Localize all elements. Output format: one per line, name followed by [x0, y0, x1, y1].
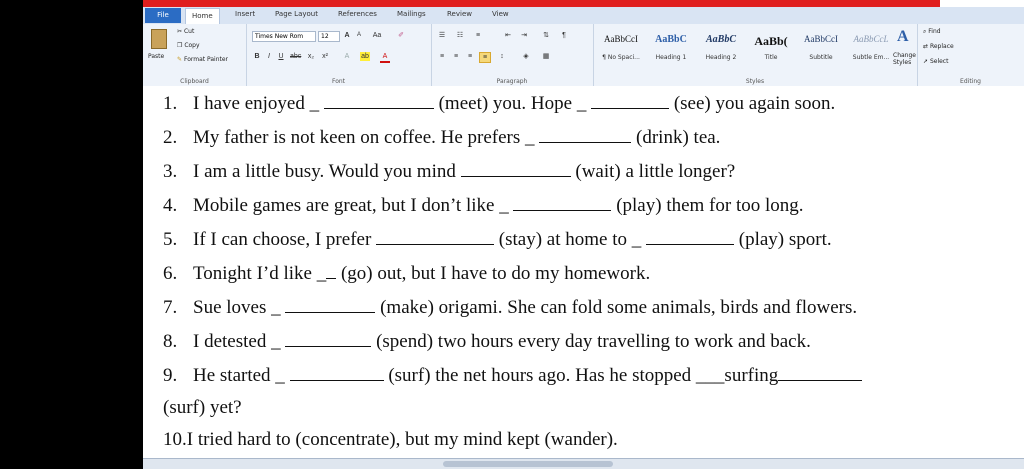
- tab-references[interactable]: References: [338, 10, 377, 18]
- grow-font-icon[interactable]: A: [342, 31, 352, 40]
- format-painter-button[interactable]: ✎ Format Painter: [177, 56, 228, 63]
- exercise-line-8: 8. I detested _ (spend) two hours every d…: [163, 331, 811, 352]
- font-size-select[interactable]: 12: [318, 31, 340, 42]
- font-color-icon[interactable]: A: [380, 52, 390, 63]
- change-styles-button[interactable]: A Change Styles: [893, 26, 917, 70]
- exercise-line-6: 6. Tonight I’d like _ (go) out, but I hav…: [163, 263, 651, 284]
- answer-blank[interactable]: [778, 365, 863, 381]
- exercise-line-1: 1. I have enjoyed _ (meet) you. Hope _ (s…: [163, 93, 836, 114]
- tab-insert[interactable]: Insert: [235, 10, 255, 18]
- answer-blank[interactable]: [591, 93, 670, 109]
- bullets-icon[interactable]: ☰: [437, 31, 447, 40]
- borders-icon[interactable]: ▦: [541, 52, 551, 61]
- text-effects-icon[interactable]: A: [342, 52, 352, 61]
- align-right-icon[interactable]: ≡: [465, 52, 475, 61]
- sort-icon[interactable]: ⇅: [541, 31, 551, 40]
- paragraph-label: Paragraph: [496, 78, 528, 85]
- cut-button[interactable]: ✂ Cut: [177, 28, 194, 35]
- tab-review[interactable]: Review: [447, 10, 472, 18]
- numbering-icon[interactable]: ☷: [455, 31, 465, 40]
- answer-blank[interactable]: [326, 263, 337, 279]
- tab-page-layout[interactable]: Page Layout: [275, 10, 318, 18]
- bold-icon[interactable]: B: [252, 52, 262, 61]
- ribbon-tab-bar: File Home Insert Page Layout References …: [143, 7, 1024, 25]
- font-name-select[interactable]: Times New Rom: [252, 31, 316, 42]
- styles-label: Styles: [745, 78, 765, 85]
- change-case-icon[interactable]: Aa: [372, 31, 382, 40]
- brush-icon: ✎: [177, 56, 183, 63]
- answer-blank[interactable]: [376, 229, 495, 245]
- shading-icon[interactable]: ◈: [521, 52, 531, 61]
- style-no-spacing[interactable]: AaBbCcI ¶ No Spaci...: [597, 28, 645, 61]
- multilevel-list-icon[interactable]: ≡: [473, 31, 483, 40]
- scissors-icon: ✂: [177, 28, 183, 35]
- copy-button[interactable]: ❐ Copy: [177, 42, 200, 49]
- line-spacing-icon[interactable]: ↕: [497, 52, 507, 61]
- exercise-line-9-cont: (surf) yet?: [163, 397, 242, 418]
- ribbon: Paste ✂ Cut ❐ Copy ✎ Format Painter Clip…: [143, 24, 1024, 87]
- horizontal-scrollbar[interactable]: [143, 458, 1024, 469]
- word-window: File Home Insert Page Layout References …: [143, 0, 1024, 469]
- document-page[interactable]: 1. I have enjoyed _ (meet) you. Hope _ (s…: [143, 86, 1024, 458]
- strikethrough-icon[interactable]: abc: [290, 52, 301, 61]
- answer-blank[interactable]: [285, 297, 376, 313]
- style-heading-1[interactable]: AaBbC Heading 1: [647, 28, 695, 61]
- change-styles-icon: A: [897, 28, 909, 45]
- scrollbar-thumb[interactable]: [443, 461, 613, 467]
- highlight-icon[interactable]: ab: [360, 52, 370, 61]
- answer-blank[interactable]: [539, 127, 632, 143]
- clipboard-label: Clipboard: [180, 78, 209, 85]
- clipboard-icon: [151, 29, 167, 49]
- subscript-icon[interactable]: x₂: [306, 52, 316, 61]
- italic-icon[interactable]: I: [264, 52, 274, 61]
- find-button[interactable]: ⌕ Find: [923, 28, 941, 36]
- answer-blank[interactable]: [646, 229, 735, 245]
- exercise-line-3: 3. I am a little busy. Would you mind (wa…: [163, 161, 736, 182]
- font-group: Times New Rom 12 A A Aa ✐ B I U abc x₂ x…: [246, 24, 432, 86]
- tab-file[interactable]: File: [145, 8, 181, 23]
- binoculars-icon: ⌕: [923, 28, 927, 35]
- underline-icon[interactable]: U: [276, 52, 286, 61]
- styles-group: AaBbCcI ¶ No Spaci... AaBbC Heading 1 Aa…: [593, 24, 918, 86]
- superscript-icon[interactable]: x²: [320, 52, 330, 61]
- cursor-icon: ➚: [923, 58, 929, 65]
- replace-button[interactable]: ⇄ Replace: [923, 43, 954, 50]
- justify-icon[interactable]: ≡: [479, 52, 491, 63]
- align-left-icon[interactable]: ≡: [437, 52, 447, 61]
- tab-view[interactable]: View: [492, 10, 509, 18]
- editing-group: ⌕ Find ⇄ Replace ➚ Select Editing: [917, 24, 1024, 86]
- exercise-line-10: 10.I tried hard to (concentrate), but my…: [163, 429, 618, 450]
- answer-blank[interactable]: [460, 161, 571, 177]
- exercise-line-7: 7. Sue loves _ (make) origami. She can fo…: [163, 297, 858, 318]
- exercise-line-5: 5. If I can choose, I prefer (stay) at ho…: [163, 229, 832, 250]
- answer-blank[interactable]: [323, 93, 434, 109]
- style-subtitle[interactable]: AaBbCcI Subtitle: [797, 28, 845, 61]
- tab-home[interactable]: Home: [185, 8, 220, 25]
- tab-mailings[interactable]: Mailings: [397, 10, 426, 18]
- exercise-line-4: 4. Mobile games are great, but I don’t li…: [163, 195, 804, 216]
- editing-label: Editing: [960, 78, 981, 85]
- select-button[interactable]: ➚ Select: [923, 58, 948, 65]
- paste-button[interactable]: Paste: [147, 27, 171, 65]
- shrink-font-icon[interactable]: A: [354, 31, 364, 40]
- font-label: Font: [331, 78, 346, 85]
- paragraph-group: ☰ ☷ ≡ ⇤ ⇥ ⇅ ¶ ≡ ≡ ≡ ≡ ↕ ◈ ▦ Paragraph: [431, 24, 594, 86]
- style-heading-2[interactable]: AaBbC Heading 2: [697, 28, 745, 61]
- answer-blank[interactable]: [285, 331, 372, 347]
- style-subtle-emphasis[interactable]: AaBbCcL Subtle Em...: [847, 28, 895, 61]
- clipboard-group: Paste ✂ Cut ❐ Copy ✎ Format Painter Clip…: [143, 24, 247, 86]
- answer-blank[interactable]: [289, 365, 384, 381]
- clear-format-icon[interactable]: ✐: [396, 31, 406, 40]
- decrease-indent-icon[interactable]: ⇤: [503, 31, 513, 40]
- answer-blank[interactable]: [513, 195, 612, 211]
- copy-icon: ❐: [177, 42, 183, 49]
- style-title[interactable]: AaBb( Title: [747, 28, 795, 61]
- align-center-icon[interactable]: ≡: [451, 52, 461, 61]
- increase-indent-icon[interactable]: ⇥: [519, 31, 529, 40]
- show-formatting-icon[interactable]: ¶: [559, 31, 569, 40]
- exercise-line-2: 2. My father is not keen on coffee. He pr…: [163, 127, 721, 148]
- title-bar: [143, 0, 940, 7]
- exercise-line-9: 9. He started _ (surf) the net hours ago.…: [163, 365, 863, 387]
- replace-icon: ⇄: [923, 43, 929, 50]
